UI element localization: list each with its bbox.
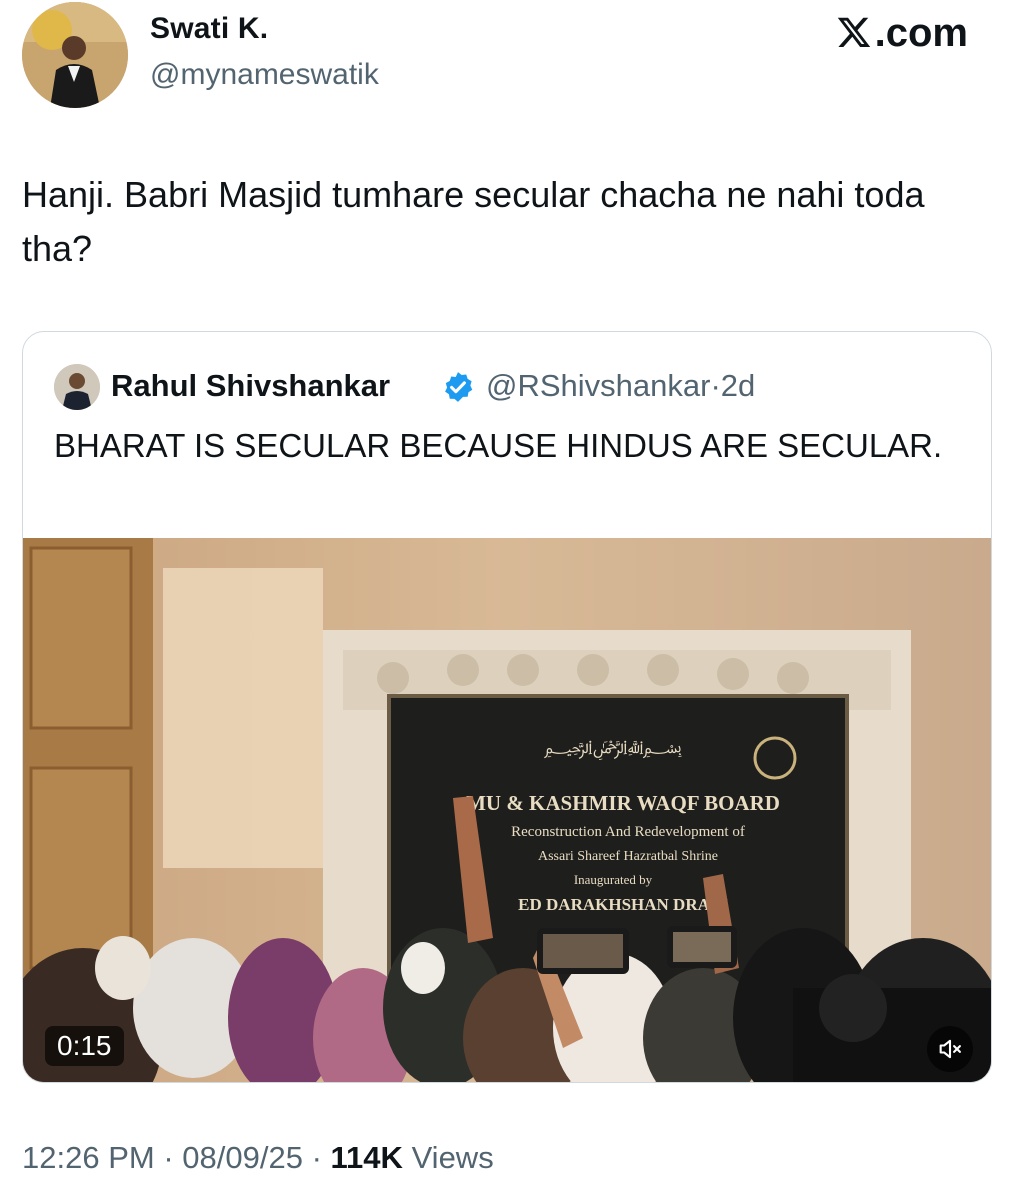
quoted-author-handle[interactable]: @RShivshankar — [486, 368, 710, 403]
plaque-line-3: Assari Shareef Hazratbal Shrine — [538, 849, 718, 864]
x-logo-icon — [837, 17, 870, 47]
plaque-line-1: MU & KASHMIR WAQF BOARD — [466, 791, 780, 815]
quoted-post-age: 2d — [720, 368, 756, 403]
quoted-post-text: BHARAT IS SECULAR BECAUSE HINDUS ARE SEC… — [54, 427, 943, 464]
brand-suffix: .com — [874, 11, 968, 55]
brand-watermark: .com — [835, 10, 968, 56]
views-count: 114K — [330, 1140, 403, 1175]
views-label: Views — [411, 1140, 494, 1175]
plaque-line-4: Inaugurated by — [574, 872, 653, 887]
separator: · — [163, 1140, 174, 1175]
video-player[interactable]: ﷽ MU & KASHMIR WAQF BOARD Reconstruction… — [23, 538, 991, 1082]
mute-button[interactable] — [927, 1026, 973, 1072]
post-meta: 12:26 PM · 08/09/25 · 114K Views — [22, 1140, 494, 1176]
quoted-author-name[interactable]: Rahul Shivshankar — [111, 368, 390, 404]
verified-badge-icon — [445, 372, 473, 402]
plaque-line-2: Reconstruction And Redevelopment of — [511, 824, 745, 840]
quoted-author-meta: @RShivshankar·2d — [486, 368, 755, 404]
plaque-line-5: ED DARAKHSHAN DRABI — [518, 895, 728, 914]
video-frame: ﷽ MU & KASHMIR WAQF BOARD Reconstruction… — [23, 538, 991, 1082]
quoted-author-avatar[interactable] — [54, 364, 100, 410]
separator: · — [710, 368, 721, 403]
separator: · — [311, 1140, 322, 1175]
author-avatar[interactable] — [22, 2, 128, 108]
author-name[interactable]: Swati K. — [150, 12, 268, 46]
svg-text:﷽: ﷽ — [544, 737, 682, 760]
post-time[interactable]: 12:26 PM — [22, 1140, 155, 1175]
author-handle[interactable]: @mynameswatik — [150, 58, 379, 92]
video-duration: 0:15 — [45, 1026, 124, 1066]
post-date[interactable]: 08/09/25 — [182, 1140, 303, 1175]
speaker-muted-icon — [939, 1039, 961, 1059]
quoted-post-card[interactable]: Rahul Shivshankar @RShivshankar·2d BHARA… — [22, 331, 992, 1083]
post-text: Hanji. Babri Masjid tumhare secular chac… — [22, 174, 925, 269]
